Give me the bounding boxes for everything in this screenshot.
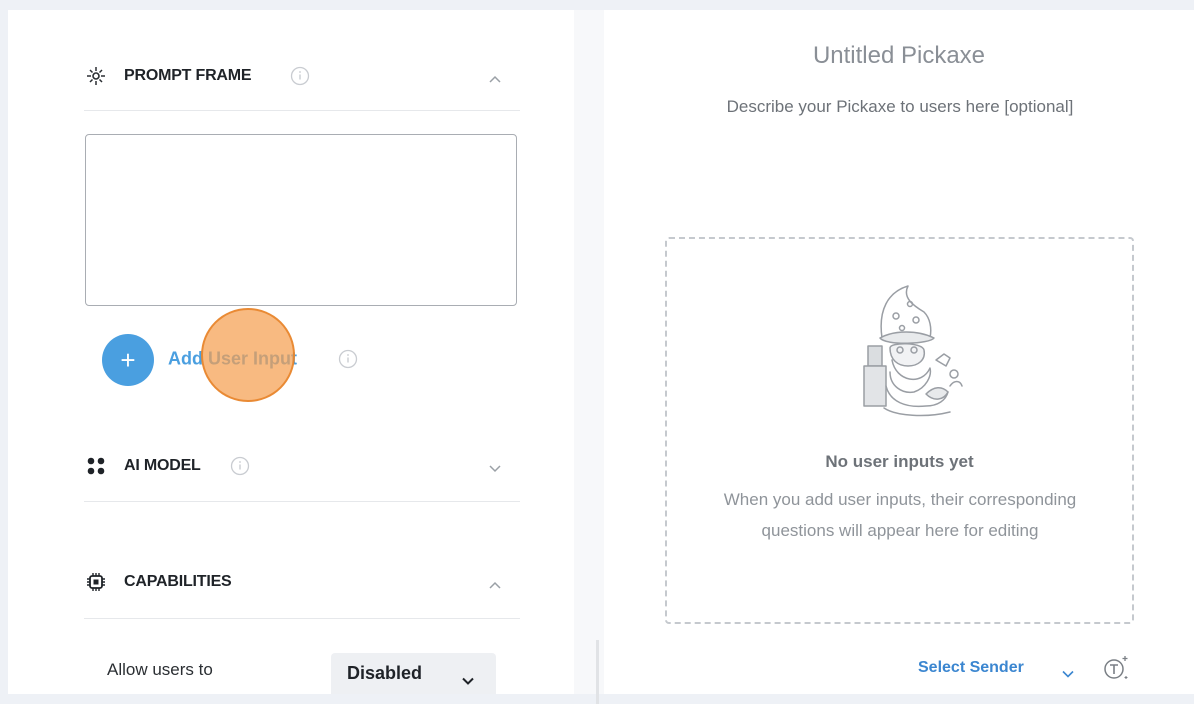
section-header-capabilities[interactable]: CAPABILITIES bbox=[66, 552, 520, 612]
chevron-up-icon[interactable] bbox=[488, 577, 502, 589]
select-sender-button[interactable]: Select Sender bbox=[918, 659, 1024, 677]
target-icon bbox=[86, 66, 106, 86]
pickaxe-description[interactable]: Describe your Pickaxe to users here [opt… bbox=[720, 92, 1080, 121]
section-header-prompt-frame[interactable]: PROMPT FRAME bbox=[66, 46, 520, 106]
section-title-ai-model: AI MODEL bbox=[124, 457, 201, 474]
divider bbox=[84, 618, 520, 619]
chevron-down-icon bbox=[462, 669, 474, 685]
allow-users-label: Allow users to bbox=[107, 660, 213, 679]
section-header-ai-model[interactable]: AI MODEL bbox=[66, 436, 520, 496]
text-style-icon[interactable] bbox=[1100, 652, 1132, 684]
apps-icon bbox=[86, 456, 106, 476]
plus-icon[interactable]: + bbox=[102, 334, 154, 386]
click-highlight bbox=[201, 308, 295, 402]
info-icon[interactable] bbox=[230, 456, 250, 476]
panel-splitter bbox=[574, 10, 604, 704]
gnome-illustration bbox=[826, 276, 976, 426]
prompt-frame-textarea[interactable] bbox=[85, 134, 517, 306]
chevron-down-icon[interactable] bbox=[1062, 665, 1074, 678]
pickaxe-title[interactable]: Untitled Pickaxe bbox=[604, 42, 1194, 70]
divider bbox=[84, 110, 520, 111]
allow-users-select-value: Disabled bbox=[347, 663, 423, 683]
empty-state-message: When you add user inputs, their correspo… bbox=[723, 490, 1077, 540]
info-icon[interactable] bbox=[290, 66, 310, 86]
chevron-up-icon[interactable] bbox=[488, 71, 502, 83]
chip-icon bbox=[86, 572, 106, 592]
divider bbox=[84, 501, 520, 502]
scrollbar[interactable] bbox=[596, 640, 599, 704]
section-title-capabilities: CAPABILITIES bbox=[124, 573, 232, 590]
section-title-prompt-frame: PROMPT FRAME bbox=[124, 67, 252, 84]
empty-state-title: No user inputs yet bbox=[825, 452, 974, 471]
info-icon[interactable] bbox=[338, 349, 358, 369]
allow-users-select[interactable]: Disabled bbox=[331, 653, 496, 694]
chevron-down-icon[interactable] bbox=[488, 461, 502, 473]
